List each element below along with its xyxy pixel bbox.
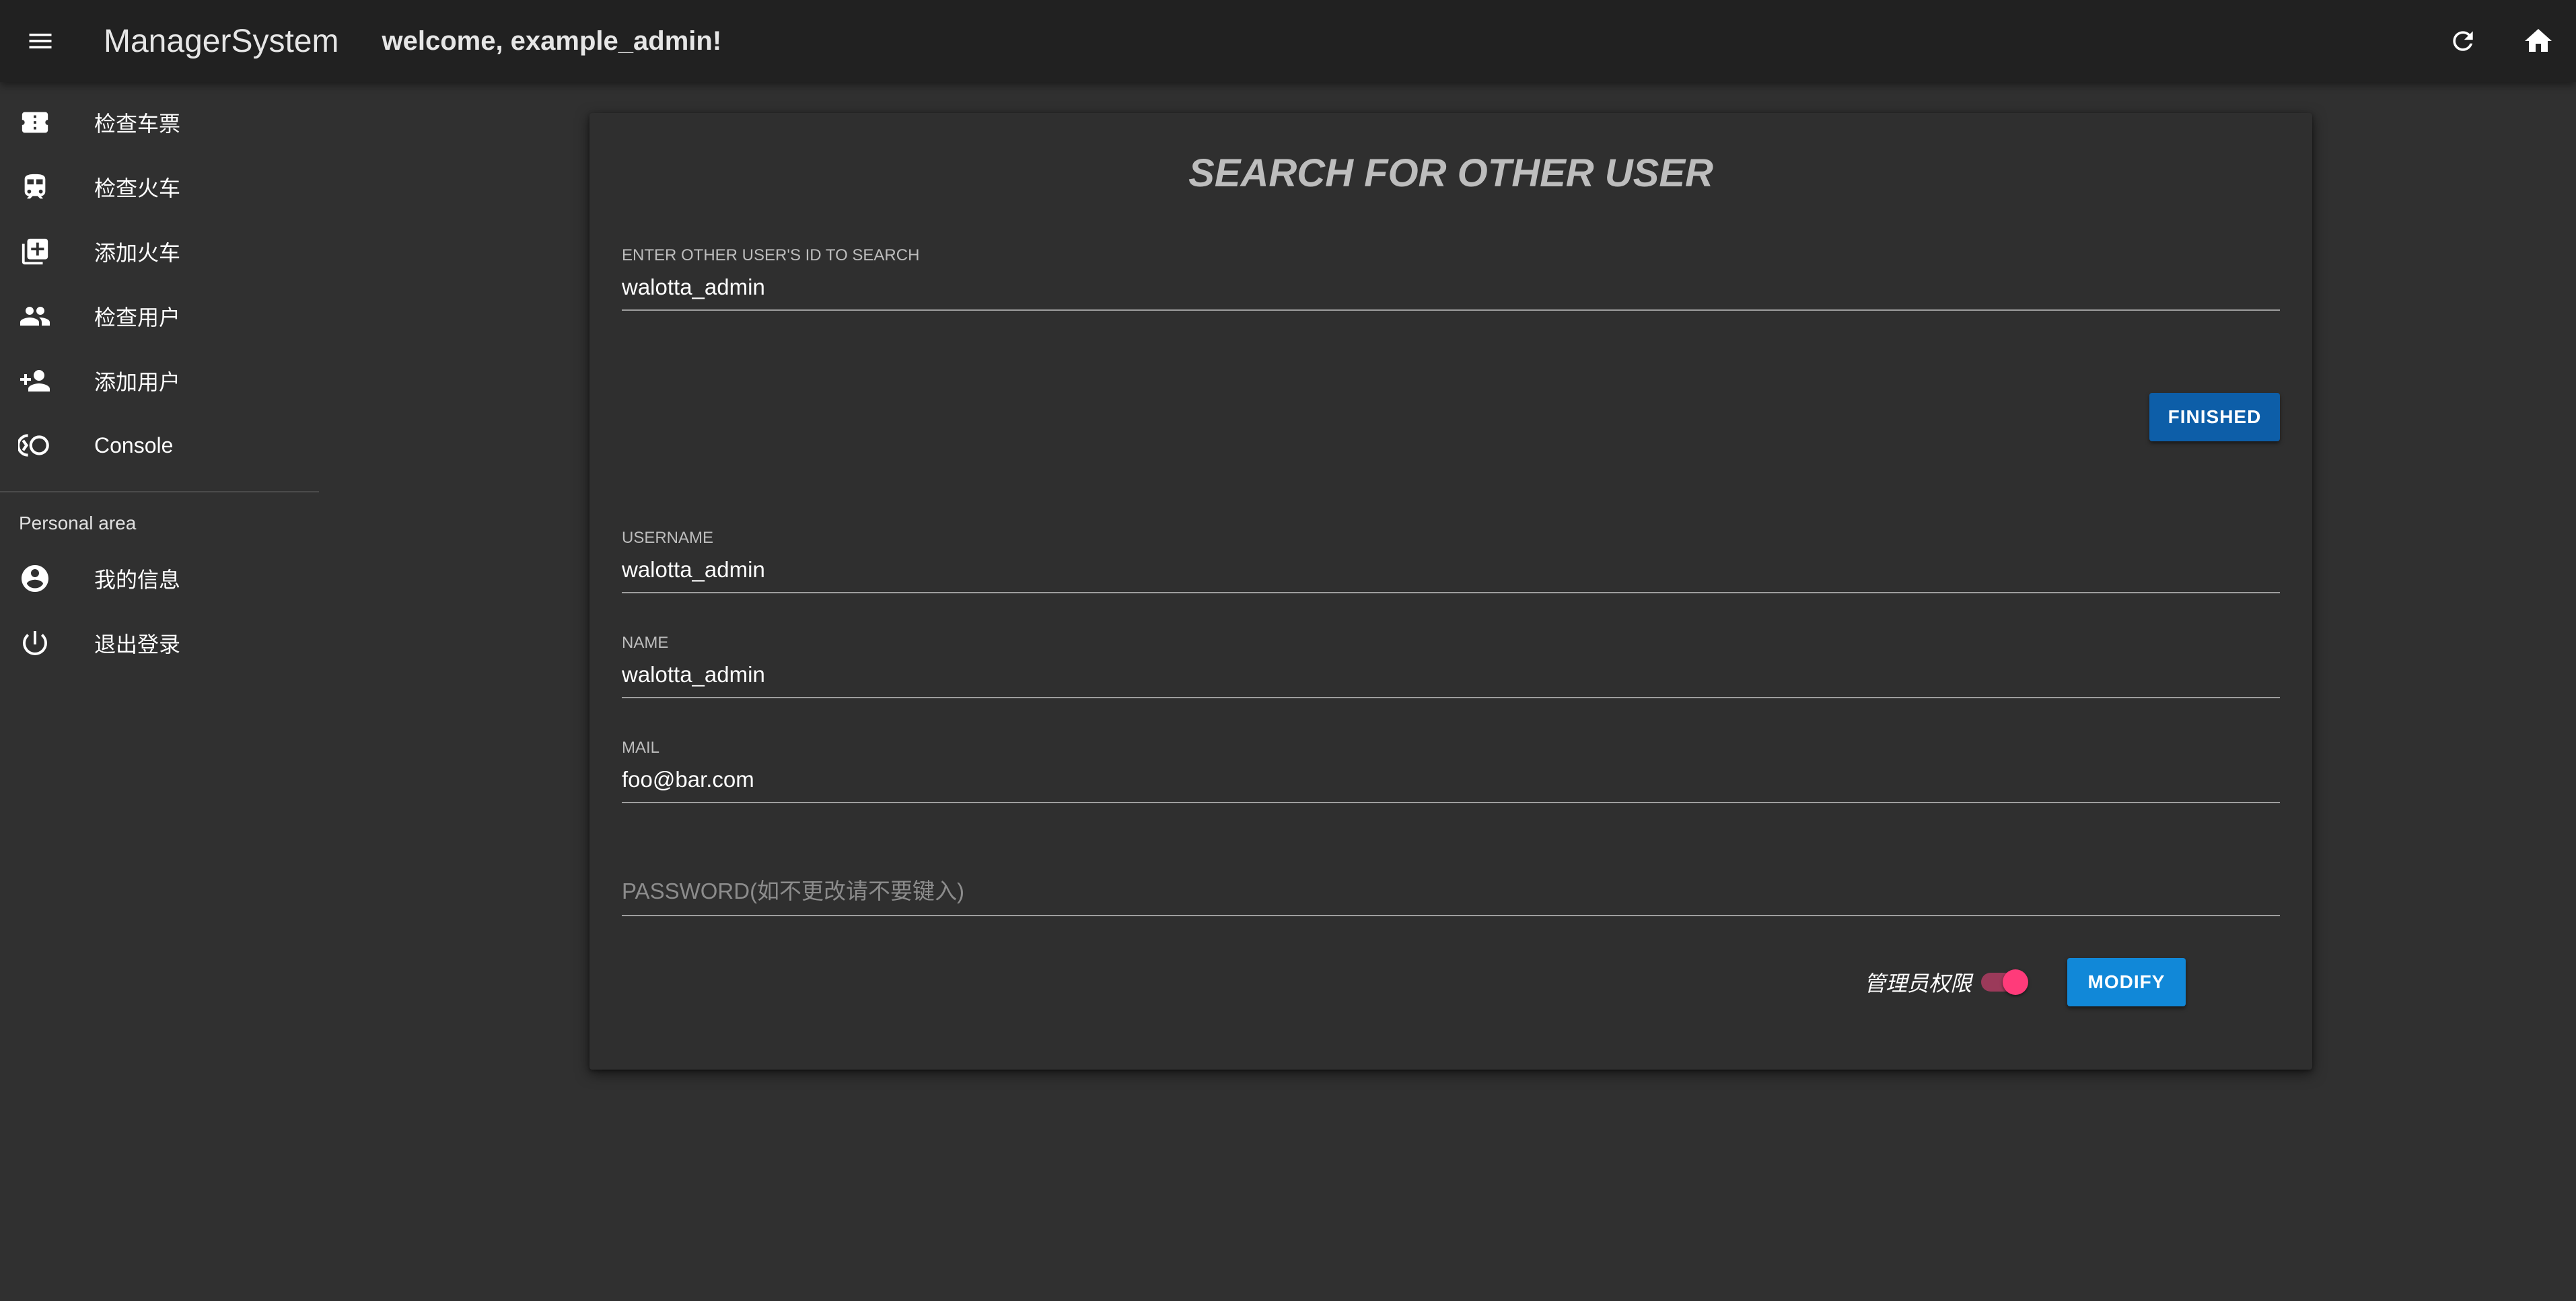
sidebar-item-check-trains[interactable]: 检查火车 [0,155,319,219]
train-icon [17,170,52,205]
sidebar-item-label: 添加火车 [94,241,181,265]
finished-button[interactable]: FINISHED [2149,393,2280,441]
sidebar-item-label: 退出登录 [94,632,181,657]
search-user-card: SEARCH FOR OTHER USER ENTER OTHER USER'S… [589,113,2312,1070]
sidebar-item-logout[interactable]: 退出登录 [0,611,319,675]
sidebar-item-label: Console [94,433,174,457]
personal-area-header: Personal area [19,513,137,533]
console-icon [17,428,52,463]
sidebar-item-add-train[interactable]: 添加火车 [0,219,319,284]
sidebar-divider [0,491,319,492]
app-bar-actions [2439,0,2563,82]
app-bar: ManagerSystem welcome, example_admin! [0,0,2576,82]
name-label: NAME [622,634,669,652]
person-add-icon [17,363,52,398]
sidebar-item-label: 添加用户 [94,370,181,394]
refresh-icon[interactable] [2439,17,2487,65]
modify-button[interactable]: MODIFY [2067,958,2186,1006]
sidebar: 检查车票 检查火车 添加火车 检查用户 添加用户 Console Persona… [0,82,319,1301]
sidebar-item-my-info[interactable]: 我的信息 [0,546,319,611]
welcome-message: welcome, example_admin! [382,26,722,56]
sidebar-item-label: 检查火车 [94,176,181,200]
power-icon [17,626,52,661]
username-field: USERNAME walotta_admin [622,529,2280,593]
sidebar-item-console[interactable]: Console [0,413,319,478]
mail-field: MAIL foo@bar.com [622,739,2280,803]
page-title: SEARCH FOR OTHER USER [1188,151,1713,195]
account-circle-icon [17,561,52,596]
username-label: USERNAME [622,529,714,547]
app-title: ManagerSystem [104,23,339,59]
personal-nav: 我的信息 退出登录 [0,546,319,675]
name-field: NAME walotta_admin [622,634,2280,698]
admin-permission-toggle[interactable] [1976,958,2030,1006]
mail-label: MAIL [622,739,660,757]
password-field: PASSWORD(如不更改请不要键入) [622,873,2280,916]
sidebar-item-check-users[interactable]: 检查用户 [0,284,319,348]
username-input[interactable]: walotta_admin [622,557,2280,592]
home-icon[interactable] [2514,17,2563,65]
name-input[interactable]: walotta_admin [622,662,2280,697]
mail-input[interactable]: foo@bar.com [622,767,2280,802]
menu-icon[interactable] [20,21,61,61]
sidebar-item-check-tickets[interactable]: 检查车票 [0,90,319,155]
ticket-icon [17,105,52,140]
password-input[interactable]: PASSWORD(如不更改请不要键入) [622,873,2280,915]
search-user-id-input[interactable]: walotta_admin [622,274,2280,309]
admin-permission-toggle-group: 管理员权限 [1864,958,2030,1006]
main-nav: 检查车票 检查火车 添加火车 检查用户 添加用户 Console [0,82,319,478]
library-add-icon [17,234,52,269]
sidebar-item-add-user[interactable]: 添加用户 [0,348,319,413]
sidebar-item-label: 我的信息 [94,568,181,592]
admin-permission-label: 管理员权限 [1864,971,1972,996]
sidebar-item-label: 检查用户 [94,305,181,330]
search-user-id-label: ENTER OTHER USER'S ID TO SEARCH [622,246,920,264]
toggle-thumb [2003,969,2029,995]
sidebar-item-label: 检查车票 [94,112,181,136]
search-user-id-field: ENTER OTHER USER'S ID TO SEARCH walotta_… [622,246,2280,311]
people-icon [17,299,52,334]
